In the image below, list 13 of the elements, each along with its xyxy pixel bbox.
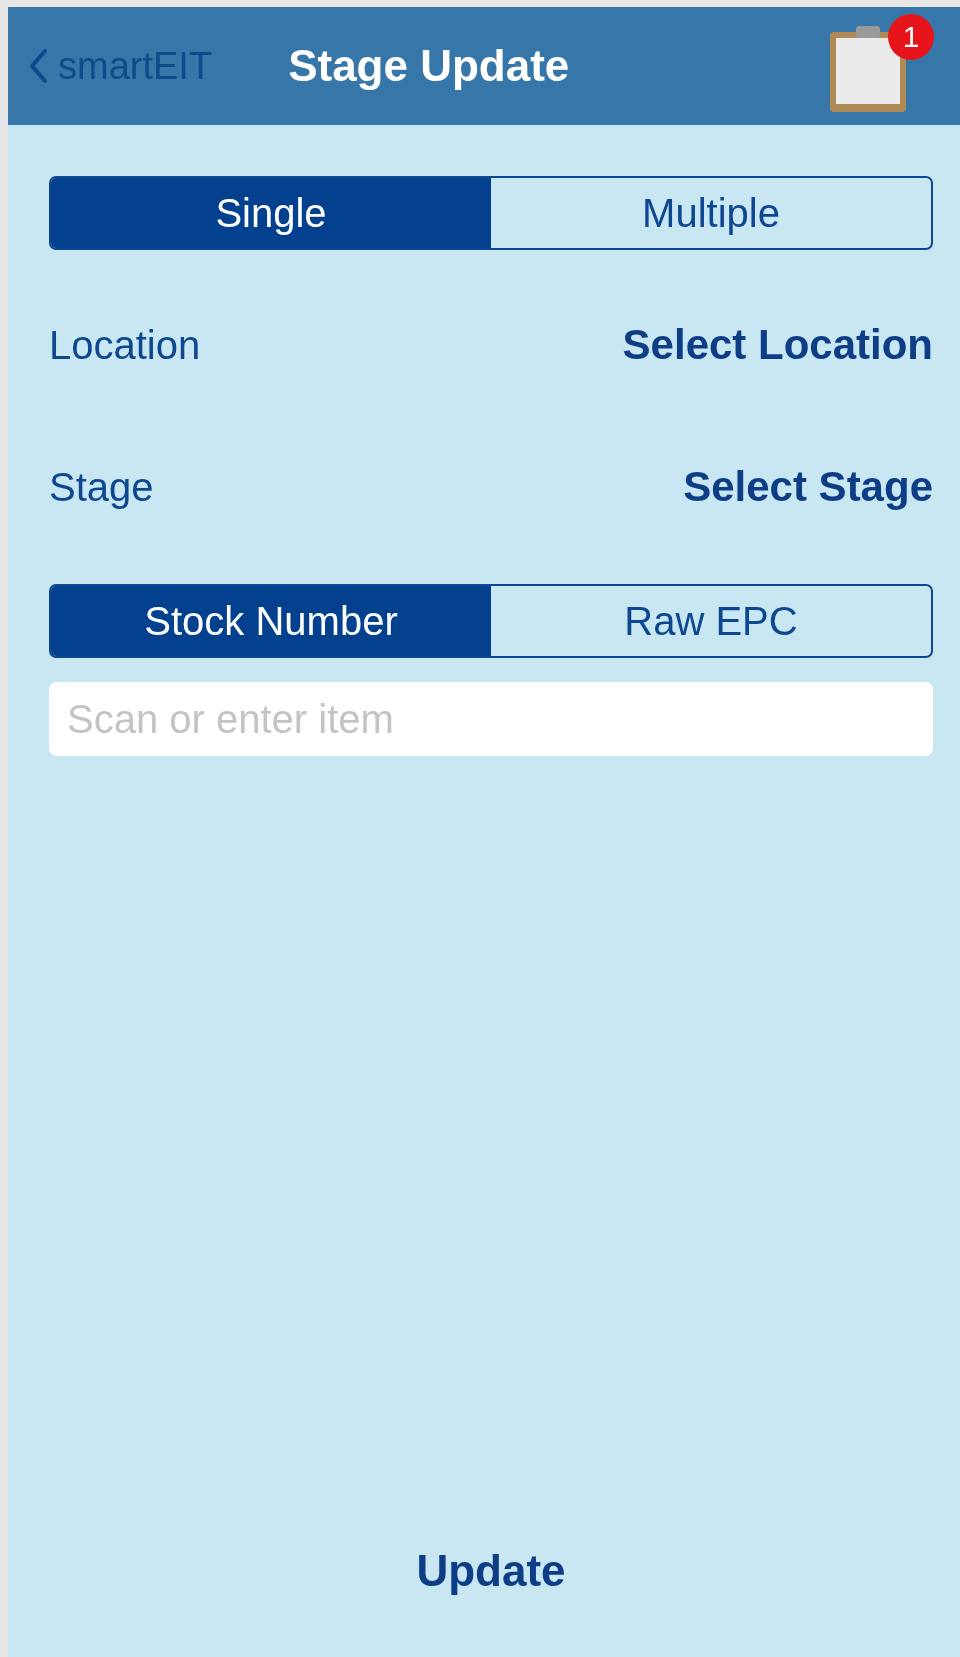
item-input-field[interactable]: Scan or enter item	[49, 682, 933, 756]
screen-title: Stage Update	[288, 41, 570, 91]
segment-tab[interactable]: Stock Number	[51, 586, 491, 656]
segment-tab[interactable]: Raw EPC	[491, 586, 931, 656]
notification-badge: 1	[888, 14, 934, 60]
field-label: Stage	[49, 464, 154, 510]
field-label: Location	[49, 322, 201, 368]
select-link[interactable]: Select Location	[622, 321, 933, 369]
chevron-left-icon	[28, 48, 48, 84]
select-link[interactable]: Select Stage	[683, 463, 933, 511]
segment-tab[interactable]: Single	[51, 178, 491, 248]
segment-tab[interactable]: Multiple	[491, 178, 931, 248]
update-button[interactable]: Update	[410, 1545, 572, 1597]
